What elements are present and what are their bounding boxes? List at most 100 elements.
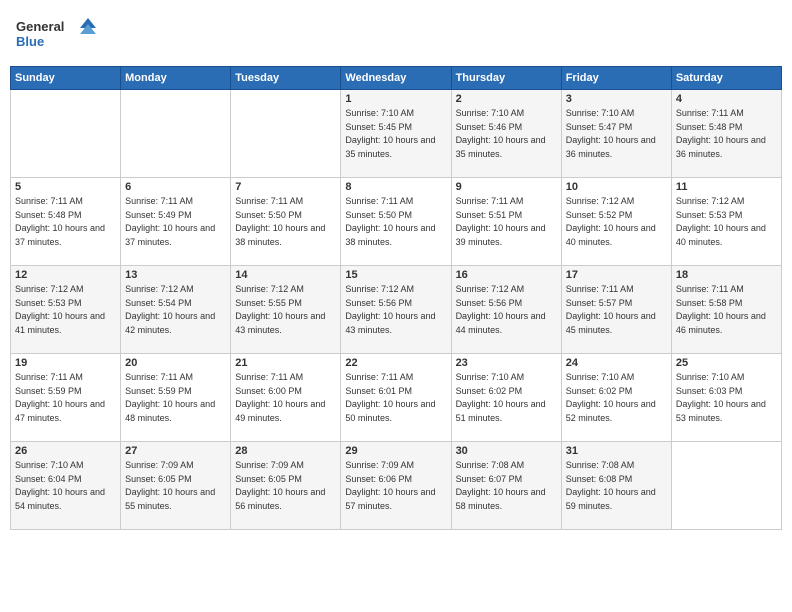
calendar-cell: 24Sunrise: 7:10 AMSunset: 6:02 PMDayligh… — [561, 354, 671, 442]
calendar-cell: 22 Sunrise: 7:11 AMSunset: 6:01 PMDayligh… — [341, 354, 451, 442]
day-info: Sunrise: 7:12 AMSunset: 5:53 PMDaylight:… — [676, 195, 777, 249]
calendar-cell: 11 Sunrise: 7:12 AMSunset: 5:53 PMDayligh… — [671, 178, 781, 266]
day-number: 5 — [15, 181, 116, 193]
weekday-header: Friday — [561, 67, 671, 90]
day-info: Sunrise: 7:11 AMSunset: 6:01 PMDaylight:… — [345, 371, 446, 425]
calendar-cell — [121, 90, 231, 178]
calendar-cell: 19 Sunrise: 7:11 AMSunset: 5:59 PMDayligh… — [11, 354, 121, 442]
day-number: 7 — [235, 181, 336, 193]
calendar-cell: 15 Sunrise: 7:12 AMSunset: 5:56 PMDayligh… — [341, 266, 451, 354]
calendar-cell: 28 Sunrise: 7:09 AMSunset: 6:05 PMDayligh… — [231, 442, 341, 530]
day-number: 25 — [676, 357, 777, 369]
calendar-cell: 31 Sunrise: 7:08 AMSunset: 6:08 PMDayligh… — [561, 442, 671, 530]
calendar-cell: 27 Sunrise: 7:09 AMSunset: 6:05 PMDayligh… — [121, 442, 231, 530]
calendar-cell: 23 Sunrise: 7:10 AMSunset: 6:02 PMDayligh… — [451, 354, 561, 442]
day-number: 11 — [676, 181, 777, 193]
day-info: Sunrise: 7:12 AMSunset: 5:56 PMDaylight:… — [345, 283, 446, 337]
calendar-table: SundayMondayTuesdayWednesdayThursdayFrid… — [10, 66, 782, 530]
day-info: Sunrise: 7:11 AMSunset: 5:59 PMDaylight:… — [15, 371, 116, 425]
calendar-cell: 8 Sunrise: 7:11 AMSunset: 5:50 PMDaylight… — [341, 178, 451, 266]
day-info: Sunrise: 7:10 AMSunset: 5:47 PMDaylight:… — [566, 107, 667, 161]
day-number: 27 — [125, 445, 226, 457]
day-number: 28 — [235, 445, 336, 457]
day-number: 22 — [345, 357, 446, 369]
day-info: Sunrise: 7:11 AMSunset: 5:51 PMDaylight:… — [456, 195, 557, 249]
calendar-week-row: 5 Sunrise: 7:11 AMSunset: 5:48 PMDaylight… — [11, 178, 782, 266]
weekday-header-row: SundayMondayTuesdayWednesdayThursdayFrid… — [11, 67, 782, 90]
calendar-cell: 17 Sunrise: 7:11 AMSunset: 5:57 PMDayligh… — [561, 266, 671, 354]
day-number: 2 — [456, 93, 557, 105]
calendar-cell: 30Sunrise: 7:08 AMSunset: 6:07 PMDayligh… — [451, 442, 561, 530]
day-number: 12 — [15, 269, 116, 281]
day-number: 29 — [345, 445, 446, 457]
calendar-cell: 4Sunrise: 7:11 AMSunset: 5:48 PMDaylight… — [671, 90, 781, 178]
day-number: 9 — [456, 181, 557, 193]
day-number: 21 — [235, 357, 336, 369]
day-info: Sunrise: 7:10 AMSunset: 6:03 PMDaylight:… — [676, 371, 777, 425]
day-info: Sunrise: 7:10 AMSunset: 6:04 PMDaylight:… — [15, 459, 116, 513]
day-info: Sunrise: 7:11 AMSunset: 6:00 PMDaylight:… — [235, 371, 336, 425]
calendar-cell: 26 Sunrise: 7:10 AMSunset: 6:04 PMDayligh… — [11, 442, 121, 530]
day-info: Sunrise: 7:12 AMSunset: 5:53 PMDaylight:… — [15, 283, 116, 337]
day-number: 17 — [566, 269, 667, 281]
calendar-cell — [11, 90, 121, 178]
day-info: Sunrise: 7:09 AMSunset: 6:05 PMDaylight:… — [235, 459, 336, 513]
calendar-cell: 29 Sunrise: 7:09 AMSunset: 6:06 PMDayligh… — [341, 442, 451, 530]
page-header: General Blue — [10, 10, 782, 58]
day-number: 13 — [125, 269, 226, 281]
day-number: 30 — [456, 445, 557, 457]
calendar-cell: 1 Sunrise: 7:10 AMSunset: 5:45 PMDaylight… — [341, 90, 451, 178]
day-info: Sunrise: 7:09 AMSunset: 6:05 PMDaylight:… — [125, 459, 226, 513]
calendar-cell: 10Sunrise: 7:12 AMSunset: 5:52 PMDayligh… — [561, 178, 671, 266]
day-number: 10 — [566, 181, 667, 193]
calendar-cell: 7 Sunrise: 7:11 AMSunset: 5:50 PMDaylight… — [231, 178, 341, 266]
day-info: Sunrise: 7:11 AMSunset: 5:59 PMDaylight:… — [125, 371, 226, 425]
day-info: Sunrise: 7:11 AMSunset: 5:50 PMDaylight:… — [235, 195, 336, 249]
calendar-week-row: 12 Sunrise: 7:12 AMSunset: 5:53 PMDayligh… — [11, 266, 782, 354]
weekday-header: Tuesday — [231, 67, 341, 90]
calendar-cell: 3 Sunrise: 7:10 AMSunset: 5:47 PMDaylight… — [561, 90, 671, 178]
day-info: Sunrise: 7:12 AMSunset: 5:55 PMDaylight:… — [235, 283, 336, 337]
weekday-header: Sunday — [11, 67, 121, 90]
day-number: 3 — [566, 93, 667, 105]
day-info: Sunrise: 7:10 AMSunset: 6:02 PMDaylight:… — [456, 371, 557, 425]
svg-text:General: General — [16, 19, 64, 34]
day-info: Sunrise: 7:11 AMSunset: 5:58 PMDaylight:… — [676, 283, 777, 337]
day-info: Sunrise: 7:11 AMSunset: 5:48 PMDaylight:… — [676, 107, 777, 161]
day-info: Sunrise: 7:10 AMSunset: 5:45 PMDaylight:… — [345, 107, 446, 161]
day-number: 8 — [345, 181, 446, 193]
day-number: 18 — [676, 269, 777, 281]
day-info: Sunrise: 7:09 AMSunset: 6:06 PMDaylight:… — [345, 459, 446, 513]
calendar-cell: 16Sunrise: 7:12 AMSunset: 5:56 PMDayligh… — [451, 266, 561, 354]
day-info: Sunrise: 7:11 AMSunset: 5:49 PMDaylight:… — [125, 195, 226, 249]
calendar-cell: 14Sunrise: 7:12 AMSunset: 5:55 PMDayligh… — [231, 266, 341, 354]
day-info: Sunrise: 7:11 AMSunset: 5:48 PMDaylight:… — [15, 195, 116, 249]
calendar-cell — [671, 442, 781, 530]
svg-text:Blue: Blue — [16, 34, 44, 49]
day-number: 20 — [125, 357, 226, 369]
calendar-cell: 6Sunrise: 7:11 AMSunset: 5:49 PMDaylight… — [121, 178, 231, 266]
day-number: 31 — [566, 445, 667, 457]
day-info: Sunrise: 7:10 AMSunset: 5:46 PMDaylight:… — [456, 107, 557, 161]
day-number: 24 — [566, 357, 667, 369]
day-number: 23 — [456, 357, 557, 369]
calendar-cell: 21 Sunrise: 7:11 AMSunset: 6:00 PMDayligh… — [231, 354, 341, 442]
calendar-week-row: 26 Sunrise: 7:10 AMSunset: 6:04 PMDayligh… — [11, 442, 782, 530]
calendar-cell: 2 Sunrise: 7:10 AMSunset: 5:46 PMDaylight… — [451, 90, 561, 178]
day-number: 15 — [345, 269, 446, 281]
calendar-cell: 9 Sunrise: 7:11 AMSunset: 5:51 PMDaylight… — [451, 178, 561, 266]
day-info: Sunrise: 7:08 AMSunset: 6:08 PMDaylight:… — [566, 459, 667, 513]
calendar-cell: 13 Sunrise: 7:12 AMSunset: 5:54 PMDayligh… — [121, 266, 231, 354]
calendar-cell: 20 Sunrise: 7:11 AMSunset: 5:59 PMDayligh… — [121, 354, 231, 442]
weekday-header: Thursday — [451, 67, 561, 90]
day-info: Sunrise: 7:12 AMSunset: 5:54 PMDaylight:… — [125, 283, 226, 337]
day-number: 26 — [15, 445, 116, 457]
calendar-week-row: 19 Sunrise: 7:11 AMSunset: 5:59 PMDayligh… — [11, 354, 782, 442]
day-info: Sunrise: 7:11 AMSunset: 5:57 PMDaylight:… — [566, 283, 667, 337]
calendar-cell: 25 Sunrise: 7:10 AMSunset: 6:03 PMDayligh… — [671, 354, 781, 442]
day-number: 1 — [345, 93, 446, 105]
calendar-cell: 18 Sunrise: 7:11 AMSunset: 5:58 PMDayligh… — [671, 266, 781, 354]
day-info: Sunrise: 7:11 AMSunset: 5:50 PMDaylight:… — [345, 195, 446, 249]
day-number: 19 — [15, 357, 116, 369]
logo: General Blue — [16, 14, 96, 54]
